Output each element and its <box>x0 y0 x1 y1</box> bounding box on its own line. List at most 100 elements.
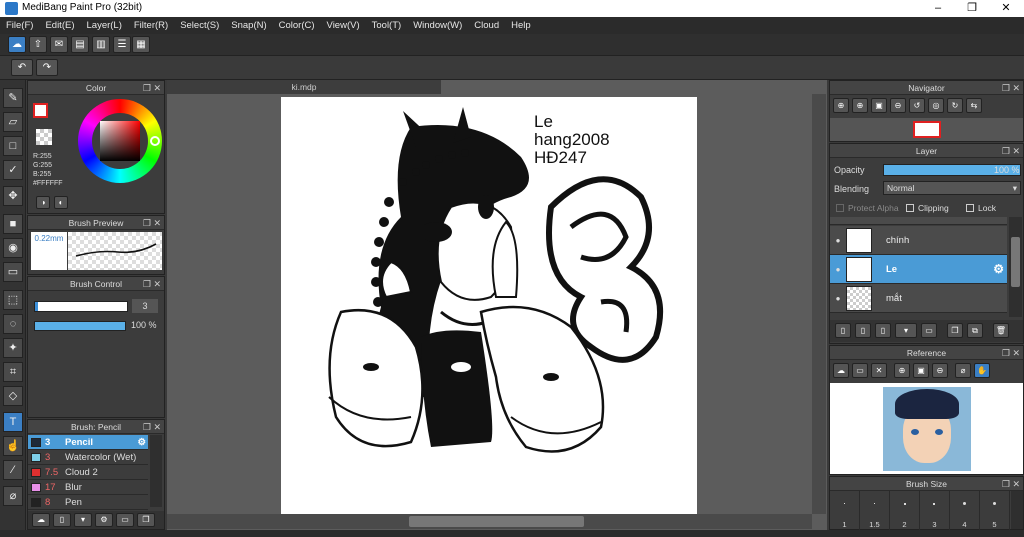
brush-opacity-slider[interactable] <box>34 321 126 331</box>
menu-snap[interactable]: Snap(N) <box>231 20 266 31</box>
panel-close-icon[interactable]: ❐ ✕ <box>143 420 161 434</box>
brush-item[interactable]: 17 Blur <box>28 480 148 495</box>
move-tool-icon[interactable]: ✥ <box>3 186 23 206</box>
layer-row-partial[interactable] <box>830 217 1007 225</box>
divide-tool-icon[interactable]: ⁄ <box>3 460 23 480</box>
ref-zoom-in-icon[interactable]: ⊕ <box>894 363 910 378</box>
list-icon[interactable]: ☰ <box>113 36 131 53</box>
message-icon[interactable]: ▤ <box>71 36 89 53</box>
menu-color[interactable]: Color(C) <box>279 20 315 31</box>
brush-size-slider[interactable] <box>34 301 128 312</box>
canvas-vertical-scrollbar[interactable] <box>812 94 826 514</box>
fill-rect-tool-icon[interactable]: ■ <box>3 214 23 234</box>
layer-row[interactable]: ● chính <box>830 226 1007 255</box>
protect-alpha-checkbox[interactable]: Protect Alpha <box>836 203 899 213</box>
menu-edit[interactable]: Edit(E) <box>45 20 74 31</box>
text-tool-icon[interactable]: T <box>3 412 23 432</box>
layer-list-scrollbar[interactable] <box>1009 217 1022 317</box>
reference-image[interactable] <box>830 383 1023 474</box>
brush-item[interactable]: 8 Pen <box>28 495 148 510</box>
menu-layer[interactable]: Layer(L) <box>87 20 122 31</box>
ref-hand-icon[interactable]: ✋ <box>974 363 990 378</box>
duplicate-layer-icon[interactable]: ❐ <box>947 323 963 338</box>
brush-size-cell[interactable]: 1 <box>830 491 860 531</box>
canvas-horizontal-scrollbar[interactable] <box>167 514 812 529</box>
new-brush-icon[interactable]: ▯ <box>53 513 71 527</box>
panel-close-icon[interactable]: ❐ ✕ <box>143 81 161 95</box>
zoom-in-icon[interactable]: ⊕ <box>833 98 849 113</box>
clipping-checkbox[interactable]: Clipping <box>906 203 949 213</box>
operation-tool-icon[interactable]: ☝ <box>3 436 23 456</box>
select-pen-tool-icon[interactable]: ⌗ <box>3 362 23 382</box>
eraser-tool-icon[interactable]: ▱ <box>3 112 23 132</box>
duplicate-icon[interactable]: ❐ <box>137 513 155 527</box>
foreground-color-swatch[interactable] <box>33 103 48 118</box>
cloud-icon[interactable]: ☁ <box>8 36 26 53</box>
select-eraser-tool-icon[interactable]: ◇ <box>3 386 23 406</box>
layer-scroll-thumb[interactable] <box>1011 237 1020 287</box>
menu-cloud[interactable]: Cloud <box>474 20 499 31</box>
menu-tool[interactable]: Tool(T) <box>372 20 402 31</box>
new-layer-icon[interactable]: ▯ <box>835 323 851 338</box>
add-brush-icon[interactable]: ▾ <box>74 513 92 527</box>
layer-row[interactable]: ● mắt <box>830 284 1007 313</box>
brush-size-cell[interactable]: 5 <box>980 491 1010 531</box>
blending-select[interactable]: Normal ▾ <box>883 181 1021 195</box>
lock-checkbox[interactable]: Lock <box>966 203 996 213</box>
color-wheel[interactable] <box>78 99 162 183</box>
brush-size-cell[interactable]: 3 <box>920 491 950 531</box>
menu-view[interactable]: View(V) <box>327 20 360 31</box>
brush-tool-icon[interactable]: ✎ <box>3 88 23 108</box>
redo-icon[interactable]: ↷ <box>36 59 58 76</box>
delete-layer-icon[interactable]: 🗑 <box>993 323 1009 338</box>
background-color-swatch[interactable] <box>36 129 52 145</box>
hue-handle[interactable] <box>150 136 160 146</box>
folder-icon[interactable]: ▭ <box>116 513 134 527</box>
brush-settings-icon[interactable]: ⚙ <box>95 513 113 527</box>
new-halftone-layer-icon[interactable]: ▯ <box>855 323 871 338</box>
horizontal-scroll-thumb[interactable] <box>409 516 584 527</box>
gradient-tool-icon[interactable]: ▭ <box>3 262 23 282</box>
panel-close-icon[interactable]: ❐ ✕ <box>143 277 161 291</box>
add-cloud-brush-icon[interactable]: ☁ <box>32 513 50 527</box>
visibility-icon[interactable]: ● <box>830 265 846 274</box>
shape-tool-icon[interactable]: □ <box>3 136 23 156</box>
zoom-out-icon[interactable]: ⊖ <box>890 98 906 113</box>
brush-size-cell[interactable]: 2 <box>890 491 920 531</box>
rotate-right-icon[interactable]: ↻ <box>947 98 963 113</box>
undo-icon[interactable]: ↶ <box>11 59 33 76</box>
panel-close-icon[interactable]: ❐ ✕ <box>1002 81 1020 95</box>
brush-size-value[interactable]: 3 <box>132 299 158 313</box>
select-tool-icon[interactable]: ⬚ <box>3 290 23 310</box>
ref-zoom-out-icon[interactable]: ⊖ <box>932 363 948 378</box>
brush-item[interactable]: 3 Pencil ⚙ <box>28 435 148 450</box>
color-square[interactable] <box>100 121 140 161</box>
close-reference-icon[interactable]: ✕ <box>871 363 887 378</box>
gear-icon[interactable]: ⚙ <box>137 437 146 448</box>
palette-icon[interactable]: ◑ <box>36 196 50 209</box>
share-icon[interactable]: ⇧ <box>29 36 47 53</box>
add-layer-dropdown-icon[interactable]: ▾ <box>895 323 917 338</box>
brush-size-cell[interactable]: 1.5 <box>860 491 890 531</box>
comment-icon[interactable]: ✉ <box>50 36 68 53</box>
layer-row[interactable]: ● Le ⚙ <box>830 255 1007 284</box>
panel-close-icon[interactable]: ❐ ✕ <box>1002 346 1020 360</box>
navigator-viewport[interactable] <box>913 121 941 138</box>
document-icon[interactable]: ▥ <box>92 36 110 53</box>
close-button[interactable]: ✕ <box>989 0 1023 17</box>
maximize-button[interactable]: ❐ <box>955 0 989 17</box>
fit-icon[interactable]: ▣ <box>871 98 887 113</box>
lasso-tool-icon[interactable]: ◌ <box>3 314 23 334</box>
magic-wand-tool-icon[interactable]: ✦ <box>3 338 23 358</box>
merge-layer-icon[interactable]: ⧉ <box>967 323 983 338</box>
menu-select[interactable]: Select(S) <box>180 20 219 31</box>
menu-help[interactable]: Help <box>511 20 531 31</box>
visibility-icon[interactable]: ● <box>830 236 846 245</box>
brush-size-scrollbar[interactable] <box>1011 491 1023 529</box>
document-tab[interactable]: ki.mdp <box>167 80 441 94</box>
brush-item[interactable]: 7.5 Cloud 2 <box>28 465 148 480</box>
menu-file[interactable]: File(F) <box>6 20 33 31</box>
panel-close-icon[interactable]: ❐ ✕ <box>1002 144 1020 158</box>
open-reference-icon[interactable]: ▭ <box>852 363 868 378</box>
canvas-paper[interactable]: Le hang2008 HĐ247 <box>281 97 697 515</box>
